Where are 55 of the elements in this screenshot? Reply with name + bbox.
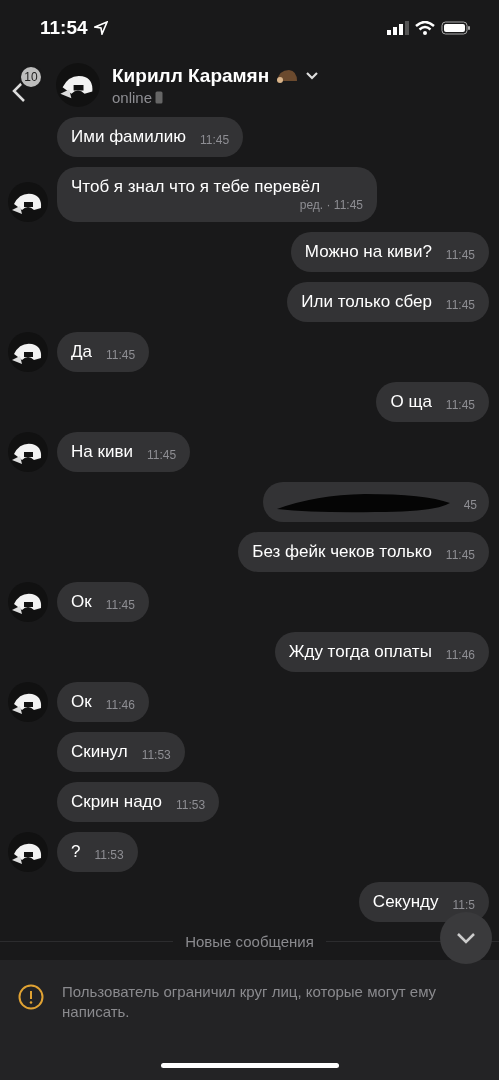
chevron-down-icon[interactable]	[305, 70, 320, 81]
message-text: Без фейк чеков только	[252, 541, 432, 563]
message-text: Скинул	[71, 741, 128, 763]
battery-icon	[441, 20, 471, 35]
message-time: 11:45	[105, 598, 135, 613]
message-time: 11:46	[445, 648, 475, 663]
phone-icon	[155, 90, 164, 104]
message-text: Жду тогда оплаты	[288, 641, 432, 663]
avatar	[8, 432, 48, 472]
message-text: Да	[71, 341, 92, 363]
message-text: Ок	[71, 591, 92, 613]
message-time: ред. · 11:45	[299, 198, 363, 213]
status-time: 11:54	[40, 16, 88, 39]
avatar	[8, 832, 48, 872]
back-button[interactable]: 10	[10, 63, 44, 107]
contact-name: Кирилл Карамян	[112, 64, 270, 87]
message-time: 11:45	[445, 548, 475, 563]
new-messages-divider: Новые сообщения	[185, 932, 314, 950]
scroll-down-button[interactable]	[440, 912, 492, 964]
avatar	[8, 182, 48, 222]
message-text: Чтоб я знал что я тебе перевёл	[71, 176, 321, 198]
message-time: 11:53	[141, 748, 171, 763]
message-time: 11:45	[445, 248, 475, 263]
message-text: Ок	[71, 691, 92, 713]
restriction-notice: Пользователь ограничил круг лиц, которые могут ему написать.	[62, 982, 438, 1022]
chevron-down-icon	[456, 932, 476, 944]
avatar	[8, 682, 48, 722]
message-text: Можно на киви?	[304, 241, 432, 263]
message-text: Скрин надо	[71, 791, 162, 813]
avatar	[56, 63, 100, 107]
message-time: 11:45	[445, 398, 475, 413]
wifi-icon	[415, 20, 435, 35]
message-text: О ща	[390, 391, 432, 413]
avatar	[8, 582, 48, 622]
online-status: online	[112, 88, 153, 106]
message-time: 45	[463, 498, 477, 513]
message-text: Ими фамилию	[71, 126, 186, 148]
hedgehog-icon	[275, 67, 300, 84]
message-time: 11:5	[452, 898, 475, 913]
message-time: 11:46	[105, 698, 135, 713]
location-arrow-icon	[93, 20, 108, 35]
message-text: Секунду	[372, 891, 439, 913]
message-time: 11:45	[105, 348, 136, 363]
message-time: 11:45	[146, 448, 177, 463]
message-time: 11:53	[176, 798, 206, 813]
message-text: На киви	[71, 441, 133, 463]
avatar	[8, 332, 48, 372]
message-time: 11:45	[445, 298, 475, 313]
message-text: Или только сбер	[301, 291, 432, 313]
warning-icon	[18, 984, 44, 1010]
unread-badge: 10	[21, 67, 41, 87]
message-time: 11:45	[199, 133, 230, 148]
message-text: ?	[71, 841, 81, 863]
signal-icon	[387, 20, 409, 35]
message-time: 11:53	[94, 848, 124, 863]
